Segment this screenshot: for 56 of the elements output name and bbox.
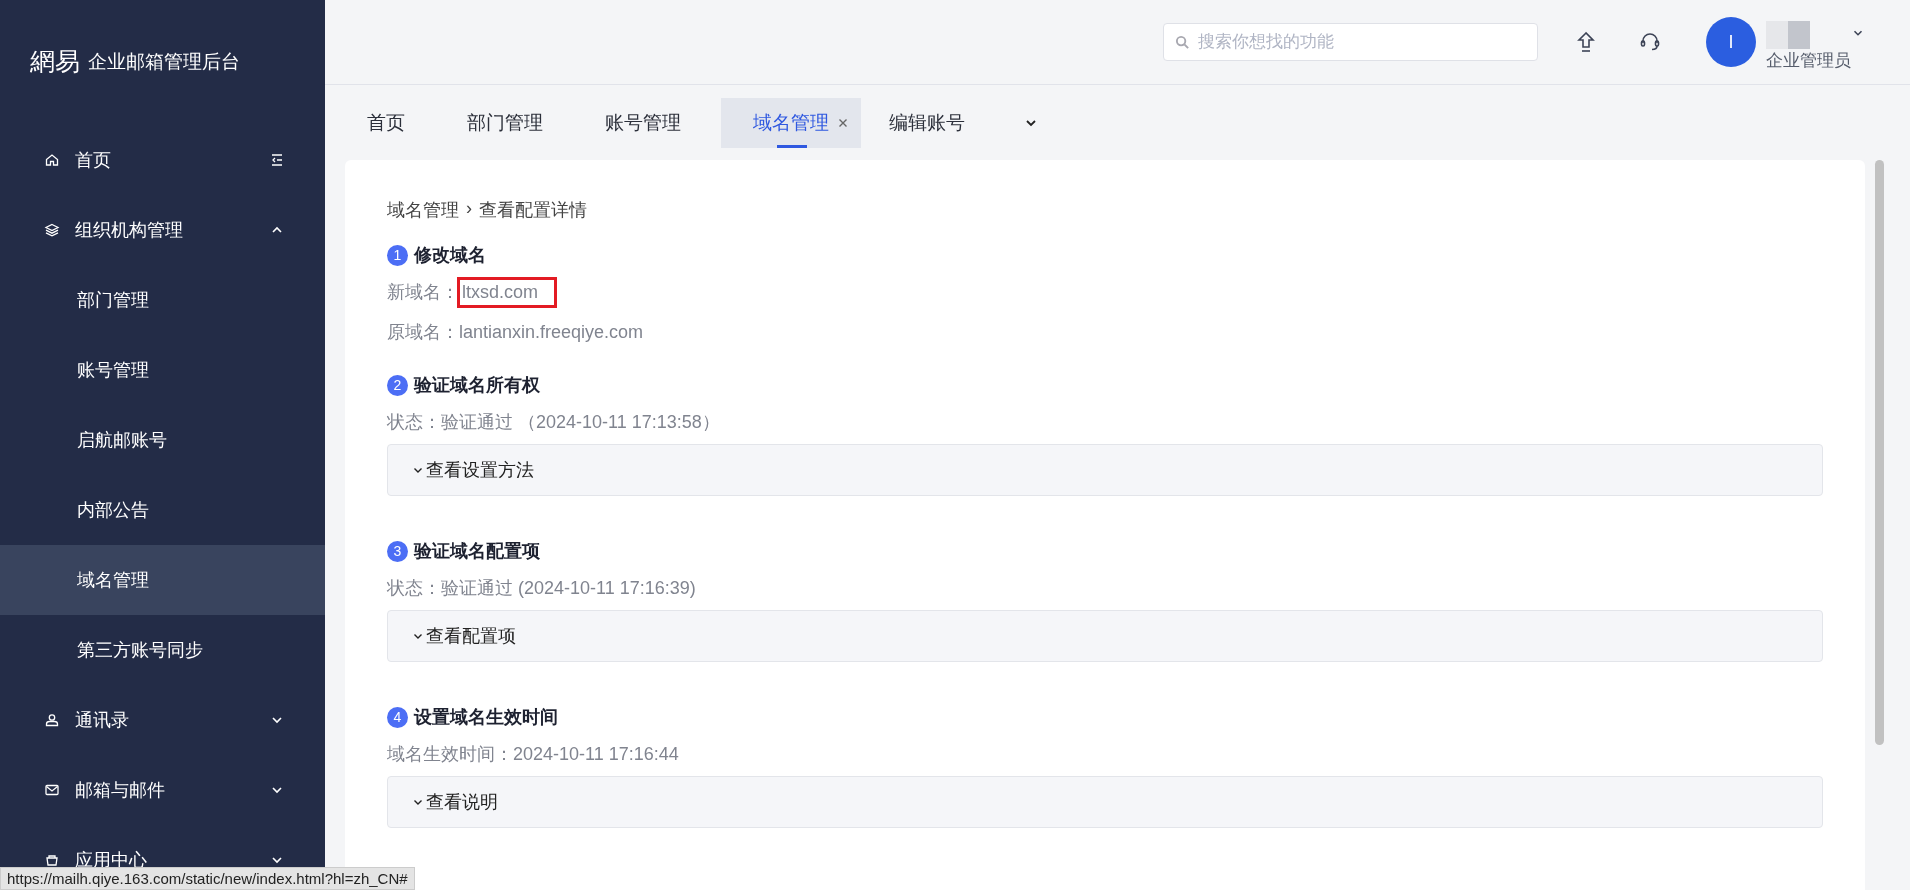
sidebar-subitem[interactable]: 启航邮账号 [0, 405, 325, 475]
redacted-name [1766, 20, 1810, 49]
breadcrumb-item[interactable]: 域名管理 [387, 198, 459, 222]
tab[interactable]: 部门管理 [445, 97, 565, 148]
upload-arrow-icon[interactable] [1574, 30, 1598, 54]
sidebar-subitem[interactable]: 部门管理 [0, 265, 325, 335]
field-value: lantianxin.freeqiye.com [459, 321, 644, 343]
collapse-panel[interactable]: 查看配置项 [387, 610, 1823, 662]
sidebar-item[interactable]: 首页 [0, 125, 325, 195]
sidebar-subitem[interactable]: 第三方账号同步 [0, 615, 325, 685]
step-title: 验证域名配置项 [414, 540, 540, 563]
search-icon [1175, 35, 1190, 50]
mail-icon [44, 782, 60, 798]
search-field[interactable]: 搜索你想找的功能 [1163, 23, 1538, 61]
sidebar-item[interactable]: 组织机构管理 [0, 195, 325, 265]
step-number: 1 [387, 244, 408, 266]
layers-icon [44, 222, 60, 238]
collapse-panel[interactable]: 查看设置方法 [387, 444, 1823, 496]
step-title: 验证域名所有权 [414, 374, 540, 397]
field-label: 状态： [387, 411, 441, 434]
step-number: 3 [387, 540, 408, 562]
app-title: 企业邮箱管理后台 [88, 49, 240, 74]
field-label: 原域名： [387, 321, 459, 344]
sidebar-subitem[interactable]: 域名管理 [0, 545, 325, 615]
tab[interactable]: 域名管理 [721, 97, 861, 148]
tab[interactable]: 首页 [345, 97, 427, 148]
breadcrumb-separator: › [466, 198, 472, 220]
sidebar-subitem[interactable]: 内部公告 [0, 475, 325, 545]
sidebar-subitem[interactable]: 账号管理 [0, 335, 325, 405]
step-title: 设置域名生效时间 [414, 706, 558, 729]
step-title: 修改域名 [414, 244, 486, 267]
step-number: 4 [387, 706, 408, 728]
field-value: ltxsd.com [457, 276, 558, 308]
avatar[interactable]: I [1706, 17, 1756, 67]
tab[interactable]: 编辑账号 [867, 97, 987, 148]
collapse-panel[interactable]: 查看说明 [387, 776, 1823, 828]
tab[interactable]: 账号管理 [583, 97, 703, 148]
sidebar-item[interactable]: 邮箱与邮件 [0, 755, 325, 825]
breadcrumb-item: 查看配置详情 [479, 199, 587, 222]
field-label: 状态： [387, 577, 441, 600]
logo: 網易 [30, 46, 80, 78]
field-value: 2024-10-11 17:16:44 [513, 743, 679, 765]
field-label: 域名生效时间： [387, 743, 513, 766]
scrollbar[interactable] [1875, 160, 1884, 745]
basket-icon [44, 852, 60, 868]
sidebar-item[interactable]: 通讯录 [0, 685, 325, 755]
step-number: 2 [387, 374, 408, 396]
user-icon [44, 712, 60, 728]
collapse-menu-icon[interactable] [269, 152, 285, 168]
field-value: 验证通过 (2024-10-11 17:16:39) [441, 577, 696, 600]
user-role: 企业管理员 [1766, 49, 1851, 72]
close-icon[interactable] [837, 116, 849, 129]
home-icon [44, 152, 60, 168]
field-label: 新域名： [387, 281, 459, 304]
status-url: https://mailh.qiye.163.com/static/new/index.html?hl=zh_CN# [0, 867, 415, 890]
field-value: 验证通过 （2024-10-11 17:13:58） [441, 411, 720, 434]
